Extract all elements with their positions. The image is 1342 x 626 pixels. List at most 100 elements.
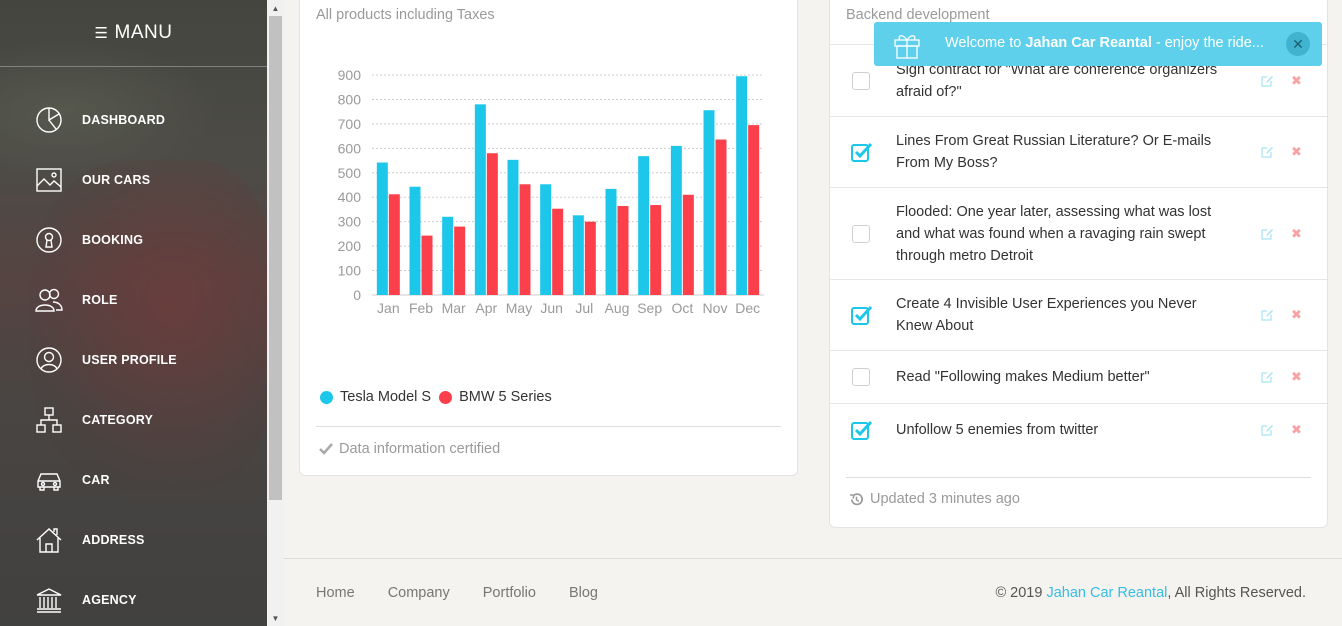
bank-icon [34, 585, 64, 615]
task-checkbox-checked[interactable] [851, 142, 873, 162]
sidebar-item-label: OUR CARS [82, 173, 151, 187]
chart-footer-text: Data information certified [339, 441, 501, 457]
hierarchy-icon [34, 405, 64, 435]
bar-bmw [552, 208, 564, 295]
sidebar: ☰ MANU DASHBOARD OUR CARS BOOKING ROLE U… [0, 0, 267, 626]
task-row: Unfollow 5 enemies from twitter ✖ [830, 403, 1327, 456]
bar-tesla [572, 215, 584, 295]
bar-bmw [748, 125, 760, 295]
edit-icon[interactable] [1260, 74, 1274, 88]
footer-link-blog[interactable]: Blog [569, 585, 598, 601]
users-icon [34, 285, 64, 315]
sidebar-item-label: ROLE [82, 293, 118, 307]
task-text: Read "Following makes Medium better" [896, 369, 1150, 385]
bar-tesla [376, 162, 388, 295]
y-tick-label: 0 [353, 287, 361, 303]
tasks-subtitle: Backend development [846, 7, 990, 23]
bar-tesla [670, 145, 682, 295]
sidebar-item-booking[interactable]: BOOKING [0, 210, 267, 270]
tasks-footer-text: Updated 3 minutes ago [870, 491, 1020, 507]
edit-icon[interactable] [1260, 145, 1274, 159]
chart-legend: Tesla Model S BMW 5 Series [320, 389, 560, 405]
sidebar-item-label: CATEGORY [82, 413, 154, 427]
delete-icon[interactable]: ✖ [1291, 307, 1302, 323]
sidebar-item-label: ADDRESS [82, 533, 145, 547]
user-circle-icon [34, 345, 64, 375]
legend-item-tesla: Tesla Model S [320, 389, 431, 405]
sidebar-item-category[interactable]: CATEGORY [0, 390, 267, 450]
scroll-up-icon[interactable]: ▲ [267, 0, 284, 16]
footer-link-company[interactable]: Company [388, 585, 450, 601]
scroll-down-icon[interactable]: ▼ [267, 610, 284, 626]
footer-links: Home Company Portfolio Blog [316, 585, 631, 601]
delete-icon[interactable]: ✖ [1291, 422, 1302, 438]
task-checkbox-checked[interactable] [851, 420, 873, 440]
delete-icon[interactable]: ✖ [1291, 144, 1302, 160]
footer-link-portfolio[interactable]: Portfolio [483, 585, 536, 601]
dashboard-icon [34, 105, 64, 135]
y-tick-label: 700 [338, 116, 362, 132]
notification-brand: Jahan Car Reantal [1025, 35, 1152, 51]
x-tick-label: Sep [637, 300, 662, 316]
bar-tesla [409, 186, 421, 295]
delete-icon[interactable]: ✖ [1291, 73, 1302, 89]
sidebar-item-dashboard[interactable]: DASHBOARD [0, 90, 267, 150]
legend-label: Tesla Model S [340, 389, 432, 405]
sidebar-item-label: DASHBOARD [82, 113, 166, 127]
x-tick-label: Nov [703, 300, 728, 316]
task-checkbox-checked[interactable] [851, 305, 873, 325]
edit-icon[interactable] [1260, 227, 1274, 241]
copyright-brand-link[interactable]: Jahan Car Reantal [1046, 585, 1167, 601]
x-tick-label: Jan [377, 300, 400, 316]
brand-title: MANU [114, 22, 173, 43]
sidebar-brand[interactable]: ☰ MANU [0, 0, 267, 66]
bar-chart: 0 100 200 300 400 500 600 700 800 900 Jan Feb Mar Apr… [338, 67, 764, 316]
bar-tesla [638, 156, 650, 295]
copyright: © 2019 Jahan Car Reantal, All Rights Res… [995, 585, 1306, 601]
footer-link-home[interactable]: Home [316, 585, 355, 601]
delete-icon[interactable]: ✖ [1291, 226, 1302, 242]
sidebar-item-our-cars[interactable]: OUR CARS [0, 150, 267, 210]
tasks-card: Backend development Sign contract for "W… [829, 0, 1328, 528]
close-icon[interactable]: ✕ [1286, 32, 1310, 56]
y-tick-label: 400 [338, 189, 362, 205]
chart-card-divider [316, 426, 781, 427]
checkmark-icon [851, 420, 873, 440]
sidebar-item-role[interactable]: ROLE [0, 270, 267, 330]
chart-card: All products including Taxes 0 100 200 300 4… [299, 0, 798, 476]
scrollbar-thumb[interactable] [269, 16, 282, 500]
sidebar-item-agency[interactable]: AGENCY [0, 570, 267, 626]
x-tick-label: Dec [735, 300, 760, 316]
welcome-notification: Welcome to Jahan Car Reantal - enjoy the… [874, 22, 1322, 66]
edit-icon[interactable] [1260, 423, 1274, 437]
task-checkbox[interactable] [852, 224, 870, 243]
y-tick-label: 300 [338, 214, 362, 230]
sidebar-item-address[interactable]: ADDRESS [0, 510, 267, 570]
task-row: Lines From Great Russian Literature? Or … [830, 116, 1327, 187]
chart-card-footer: Data information certified [319, 441, 500, 457]
sidebar-item-label: CAR [82, 473, 110, 487]
tasks-card-divider [846, 477, 1311, 478]
sidebar-item-car[interactable]: CAR [0, 450, 267, 510]
x-tick-label: May [506, 300, 532, 316]
bar-bmw [486, 153, 498, 295]
bar-bmw [519, 184, 531, 295]
edit-icon[interactable] [1260, 370, 1274, 384]
notification-suffix: - enjoy the ride... [1151, 35, 1264, 51]
task-checkbox[interactable] [852, 368, 870, 386]
sidebar-item-user-profile[interactable]: USER PROFILE [0, 330, 267, 390]
sidebar-scrollbar[interactable]: ▲ ▼ [267, 0, 284, 626]
bar-bmw [388, 194, 400, 295]
task-checkbox[interactable] [852, 71, 870, 90]
bar-tesla [605, 188, 617, 295]
delete-icon[interactable]: ✖ [1291, 369, 1302, 385]
task-list: Sign contract for "What are conference o… [830, 44, 1327, 456]
notification-prefix: Welcome to [945, 35, 1026, 51]
bar-bmw [617, 206, 629, 295]
bar-tesla [736, 76, 748, 295]
bar-tesla [540, 184, 552, 295]
keyhole-icon [34, 225, 64, 255]
bar-bmw [454, 226, 466, 295]
image-icon [34, 165, 64, 195]
edit-icon[interactable] [1260, 308, 1274, 322]
